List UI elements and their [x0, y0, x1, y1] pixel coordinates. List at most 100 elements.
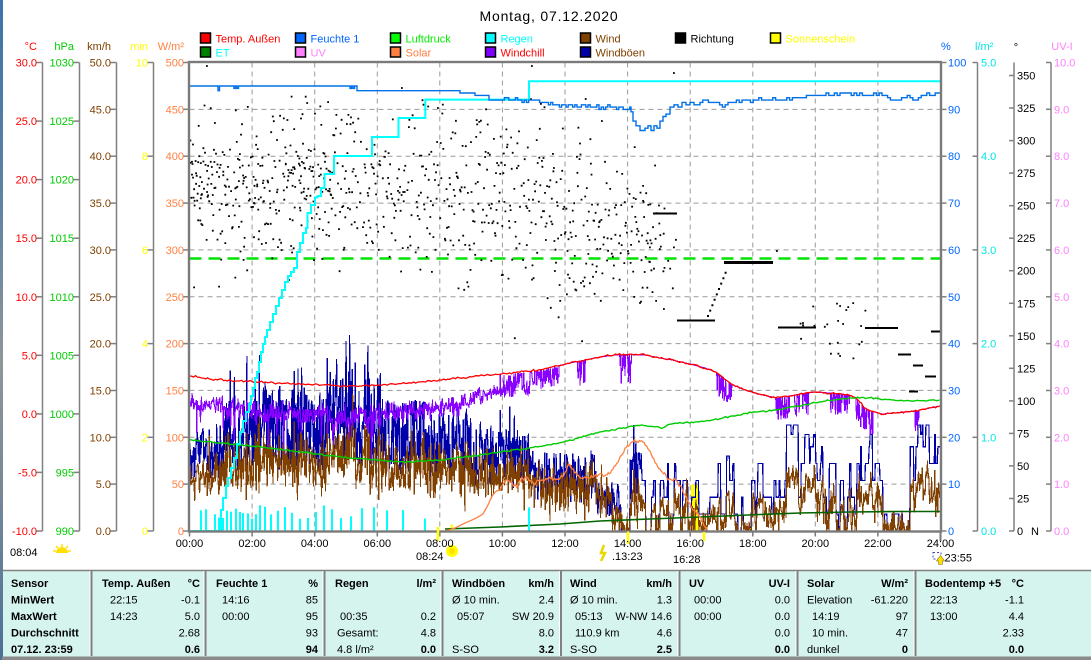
svg-text:8: 8 — [142, 151, 148, 163]
svg-text:8.0: 8.0 — [1054, 151, 1069, 163]
svg-text:8.0: 8.0 — [539, 628, 554, 640]
svg-text:995: 995 — [56, 467, 74, 479]
svg-text:3.0: 3.0 — [1054, 386, 1069, 398]
svg-text:°C: °C — [1012, 578, 1024, 590]
svg-text:Elevation: Elevation — [807, 595, 852, 607]
svg-text:14:00: 14:00 — [614, 538, 642, 550]
svg-text:Luftdruck: Luftdruck — [406, 34, 452, 46]
svg-text:W/m²: W/m² — [158, 41, 185, 53]
svg-text:W/m²: W/m² — [881, 578, 908, 590]
svg-text:10: 10 — [948, 479, 960, 491]
svg-text:Regen: Regen — [501, 34, 533, 46]
svg-text:15.0: 15.0 — [16, 233, 37, 245]
svg-text:125: 125 — [1017, 363, 1035, 375]
svg-text:70: 70 — [948, 198, 960, 210]
svg-text:4.4: 4.4 — [1009, 611, 1024, 623]
svg-text:2: 2 — [142, 432, 148, 444]
svg-text:Wind: Wind — [570, 578, 597, 590]
svg-text:UV-I: UV-I — [769, 578, 790, 590]
svg-text:30.0: 30.0 — [16, 58, 37, 70]
svg-text:250: 250 — [1017, 201, 1035, 213]
svg-text:75: 75 — [1017, 428, 1029, 440]
svg-text:l/m²: l/m² — [416, 578, 436, 590]
svg-text:10:00: 10:00 — [489, 538, 517, 550]
svg-text:-0.1: -0.1 — [181, 595, 200, 607]
svg-text:2.5: 2.5 — [657, 644, 672, 656]
svg-text:0: 0 — [142, 526, 148, 538]
svg-text:Ø 10 min.: Ø 10 min. — [570, 595, 618, 607]
svg-text:S-SO: S-SO — [570, 644, 597, 656]
svg-text:SW 20.9: SW 20.9 — [512, 611, 554, 623]
svg-text:N: N — [1031, 526, 1039, 538]
svg-text:20.0: 20.0 — [90, 339, 111, 351]
svg-text:25.0: 25.0 — [90, 292, 111, 304]
svg-text:4.0: 4.0 — [981, 151, 996, 163]
svg-text:Richtung: Richtung — [691, 34, 734, 46]
svg-text:22:15: 22:15 — [110, 595, 138, 607]
svg-text:9.0: 9.0 — [1054, 104, 1069, 116]
svg-text:0.0: 0.0 — [981, 526, 996, 538]
svg-text:1020: 1020 — [50, 175, 74, 187]
svg-text:22:00: 22:00 — [864, 538, 892, 550]
svg-text:-10.0: -10.0 — [12, 526, 37, 538]
svg-text:2.4: 2.4 — [539, 595, 554, 607]
svg-text:5.0: 5.0 — [96, 479, 111, 491]
svg-text:10.0: 10.0 — [90, 432, 111, 444]
svg-text:05:13: 05:13 — [575, 611, 603, 623]
svg-text:1030: 1030 — [50, 58, 74, 70]
svg-text:1.0: 1.0 — [981, 432, 996, 444]
svg-text:85: 85 — [306, 595, 318, 607]
svg-text:25.0: 25.0 — [16, 116, 37, 128]
svg-text:km/h: km/h — [528, 578, 554, 590]
svg-text:5.0: 5.0 — [981, 58, 996, 70]
svg-text:UV: UV — [311, 48, 327, 60]
svg-text:Wind: Wind — [596, 34, 621, 46]
svg-text:50: 50 — [948, 292, 960, 304]
svg-text:14:19: 14:19 — [812, 611, 840, 623]
svg-text:0.0: 0.0 — [775, 611, 790, 623]
svg-text:94: 94 — [306, 644, 319, 656]
svg-text:5.0: 5.0 — [22, 350, 37, 362]
svg-text:4.0: 4.0 — [1054, 339, 1069, 351]
svg-text:0.0: 0.0 — [775, 628, 790, 640]
svg-text:0.0: 0.0 — [96, 526, 111, 538]
svg-text:Solar: Solar — [807, 578, 835, 590]
svg-text:97: 97 — [896, 611, 908, 623]
svg-text:%: % — [308, 578, 318, 590]
svg-text:0.0: 0.0 — [775, 644, 790, 656]
svg-text:Bodentemp +5: Bodentemp +5 — [925, 578, 1001, 590]
svg-text:150: 150 — [1017, 331, 1035, 343]
svg-text:hPa: hPa — [54, 41, 74, 53]
svg-text:60: 60 — [948, 245, 960, 257]
svg-text:500: 500 — [166, 58, 184, 70]
svg-text:3.2: 3.2 — [539, 644, 554, 656]
svg-text:450: 450 — [166, 104, 184, 116]
svg-text:Ø 10 min.: Ø 10 min. — [452, 595, 500, 607]
svg-text:110.9 km: 110.9 km — [575, 628, 619, 640]
svg-text:0.2: 0.2 — [421, 611, 436, 623]
svg-text:325: 325 — [1017, 103, 1035, 115]
svg-text:10 min.: 10 min. — [812, 628, 848, 640]
svg-text:7.0: 7.0 — [1054, 198, 1069, 210]
svg-text:12:00: 12:00 — [551, 538, 579, 550]
svg-text:UV: UV — [689, 578, 705, 590]
svg-text:95: 95 — [306, 611, 318, 623]
svg-text:4.6: 4.6 — [657, 628, 672, 640]
svg-text:0.0: 0.0 — [1054, 526, 1069, 538]
svg-text:20.0: 20.0 — [16, 175, 37, 187]
svg-text:16:28: 16:28 — [673, 554, 701, 566]
svg-text:400: 400 — [166, 151, 184, 163]
svg-text:%: % — [941, 41, 951, 53]
svg-text:.13:23: .13:23 — [612, 551, 643, 563]
svg-text:07.12. 23:59: 07.12. 23:59 — [11, 644, 73, 656]
svg-text:50.0: 50.0 — [90, 58, 111, 70]
svg-text:50: 50 — [1017, 461, 1029, 473]
svg-text:1025: 1025 — [50, 116, 74, 128]
svg-text:4.8: 4.8 — [421, 628, 436, 640]
svg-text:10.0: 10.0 — [16, 292, 37, 304]
svg-text:0.6: 0.6 — [185, 644, 200, 656]
svg-text:50: 50 — [172, 479, 184, 491]
svg-text:-61.220: -61.220 — [871, 595, 908, 607]
svg-text:5.0: 5.0 — [1054, 292, 1069, 304]
svg-text:Durchschnitt: Durchschnitt — [11, 628, 79, 640]
